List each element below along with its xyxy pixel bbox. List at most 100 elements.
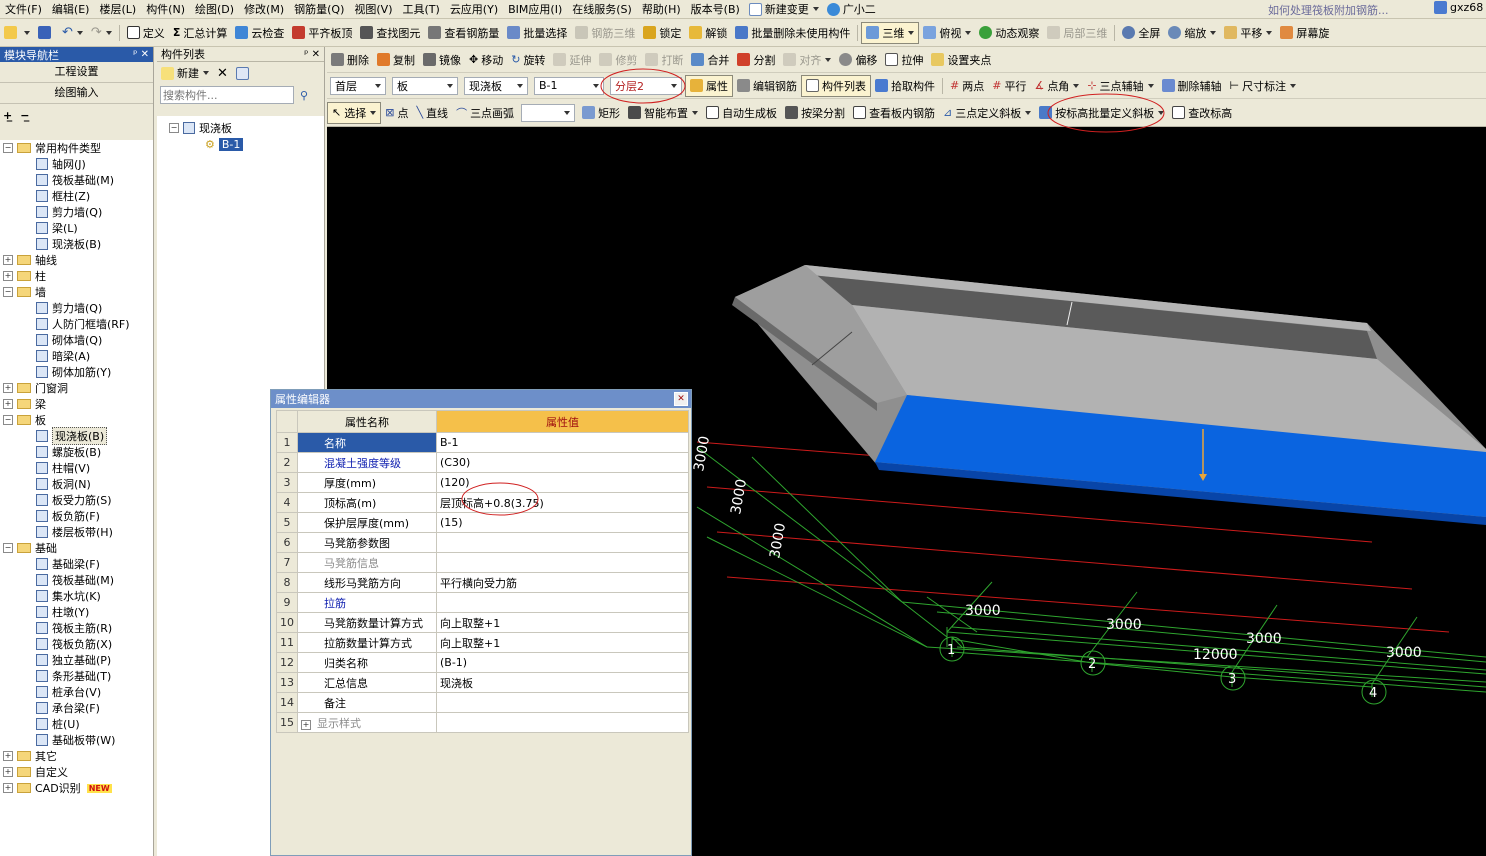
nav-tree-item[interactable]: 基础板带(W) [0,732,153,748]
nav-tree-group[interactable]: − 墙 [0,284,153,300]
menu-file[interactable]: 文件(F) [0,1,47,17]
collapse-all-icon[interactable]: −̲ [20,109,29,122]
collapse-icon[interactable]: − [3,287,13,297]
zoom-button[interactable]: 缩放 [1164,19,1220,46]
property-value[interactable] [436,592,689,613]
delete-component-button[interactable]: ✕ [213,62,232,84]
view-rebar-button[interactable]: 查看钢筋量 [424,19,503,46]
rect-button[interactable]: 矩形 [578,99,624,126]
property-row[interactable]: 4 顶标高(m) 层顶标高+0.8(3.75) [276,492,689,513]
fullscreen-button[interactable]: 全屏 [1118,19,1164,46]
nav-tree-group[interactable]: − 基础 [0,540,153,556]
property-row[interactable]: 8 线形马凳筋方向 平行横向受力筋 [276,572,689,593]
nav-tree-item[interactable]: 砌体加筋(Y) [0,364,153,380]
category-select[interactable]: 板 [392,76,458,95]
nav-tree-item[interactable]: 剪力墙(Q) [0,204,153,220]
three-point-aux-button[interactable]: ⊹ 三点辅轴 [1083,73,1157,98]
property-row[interactable]: 7 马凳筋信息 [276,552,689,573]
line-button[interactable]: ╲ 直线 [412,99,452,126]
nav-tree-group[interactable]: + 梁 [0,396,153,412]
property-value[interactable] [436,692,689,713]
nav-tree-group[interactable]: + 柱 [0,268,153,284]
nav-tree-item[interactable]: 人防门框墙(RF) [0,316,153,332]
select-button[interactable]: ↖ 选择 [327,101,382,124]
flat-top-button[interactable]: 平齐板顶 [288,19,356,46]
property-value[interactable]: 向上取整+1 [436,612,689,633]
edit-rebar-button[interactable]: 编辑钢筋 [733,73,801,98]
move-button[interactable]: ✥ 移动 [465,47,507,72]
tree-node-b1[interactable]: ⚙ B-1 [157,136,324,152]
point-angle-button[interactable]: ∡ 点角 [1030,73,1083,98]
property-value[interactable]: 向上取整+1 [436,632,689,653]
nav-tree-item[interactable]: 板洞(N) [0,476,153,492]
dimension-button[interactable]: ⊢ 尺寸标注 [1226,73,1301,98]
menu-help[interactable]: 帮助(H) [637,1,686,17]
expand-icon[interactable]: + [3,767,13,777]
three-point-slope-button[interactable]: ⊿ 三点定义斜板 [939,99,1035,126]
pin-close-icons[interactable]: ᵖ ✕ [304,49,320,60]
menu-draw[interactable]: 绘图(D) [190,1,239,17]
menu-view[interactable]: 视图(V) [349,1,397,17]
nav-tree-item[interactable]: 梁(L) [0,220,153,236]
find-element-button[interactable]: 查找图元 [356,19,424,46]
undo-button[interactable]: ↶ [58,19,87,46]
nav-tree-item[interactable]: 集水坑(K) [0,588,153,604]
nav-tree-item[interactable]: 板负筋(F) [0,508,153,524]
nav-tree-item[interactable]: 条形基础(T) [0,668,153,684]
delete-aux-button[interactable]: 删除辅轴 [1158,73,1226,98]
menu-modify[interactable]: 修改(M) [239,1,289,17]
user-button[interactable]: 广小二 [823,0,880,18]
smart-layout-button[interactable]: 智能布置 [624,99,702,126]
property-row[interactable]: 3 厚度(mm) (120) [276,472,689,493]
save-button[interactable] [34,19,58,46]
pin-close-icons[interactable]: ᵖ ✕ [133,49,149,60]
nav-tree-group[interactable]: + 其它 [0,748,153,764]
component-list-button[interactable]: 构件列表 [801,74,871,97]
unlock-button[interactable]: 解锁 [685,19,731,46]
property-value[interactable]: (15) [436,512,689,533]
stretch-button[interactable]: 拉伸 [881,47,927,72]
rotate-button[interactable]: ↻ 旋转 [507,47,549,72]
mirror-button[interactable]: 镜像 [419,47,465,72]
define-button[interactable]: 定义 [123,19,169,46]
split-button[interactable]: 分割 [733,47,779,72]
parallel-button[interactable]: # 平行 [988,73,1030,98]
lock-button[interactable]: 锁定 [639,19,685,46]
nav-tree-item[interactable]: 框柱(Z) [0,188,153,204]
property-value[interactable]: 平行横向受力筋 [436,572,689,593]
close-icon[interactable]: ✕ [674,392,688,406]
cloud-check-button[interactable]: 云检查 [231,19,288,46]
help-title-link[interactable]: 如何处理筏板附加钢筋... [1268,2,1389,18]
collapse-icon[interactable]: − [3,415,13,425]
property-row[interactable]: 14 备注 [276,692,689,713]
property-row[interactable]: 10 马凳筋数量计算方式 向上取整+1 [276,612,689,633]
expand-all-icon[interactable]: +̲ [3,109,12,122]
property-value[interactable]: 层顶标高+0.8(3.75) [436,492,689,513]
expand-icon[interactable]: + [3,751,13,761]
check-elevation-button[interactable]: 查改标高 [1168,99,1236,126]
property-button[interactable]: 属性 [685,74,733,97]
top-view-button[interactable]: 俯视 [919,19,975,46]
redo-button[interactable]: ↷ [87,19,116,46]
expand-icon[interactable]: + [3,271,13,281]
menu-rebar[interactable]: 钢筋量(Q) [289,1,349,17]
new-component-button[interactable]: 新建 [157,62,213,84]
nav-tree-item[interactable]: 楼层板带(H) [0,524,153,540]
expand-icon[interactable]: + [3,783,13,793]
nav-tree-item[interactable]: 独立基础(P) [0,652,153,668]
menu-floor[interactable]: 楼层(L) [94,1,141,17]
property-row[interactable]: 15 + 显示样式 [276,712,689,733]
nav-tree-group[interactable]: + CAD识别 NEW [0,780,153,796]
menu-version[interactable]: 版本号(B) [686,1,745,17]
local-3d-button[interactable]: 局部三维 [1043,19,1111,46]
nav-tree-item[interactable]: 筏板负筋(X) [0,636,153,652]
rebar-3d-button[interactable]: 钢筋三维 [571,19,639,46]
property-row[interactable]: 11 拉筋数量计算方式 向上取整+1 [276,632,689,653]
align-button[interactable]: 对齐 [779,47,835,72]
layer-select[interactable]: 分层2 [610,76,682,95]
trim-button[interactable]: 修剪 [595,47,641,72]
property-value[interactable]: B-1 [436,432,689,453]
tree-node-root[interactable]: − 现浇板 [157,120,324,136]
nav-tree-group[interactable]: + 轴线 [0,252,153,268]
nav-tree-item[interactable]: 承台梁(F) [0,700,153,716]
